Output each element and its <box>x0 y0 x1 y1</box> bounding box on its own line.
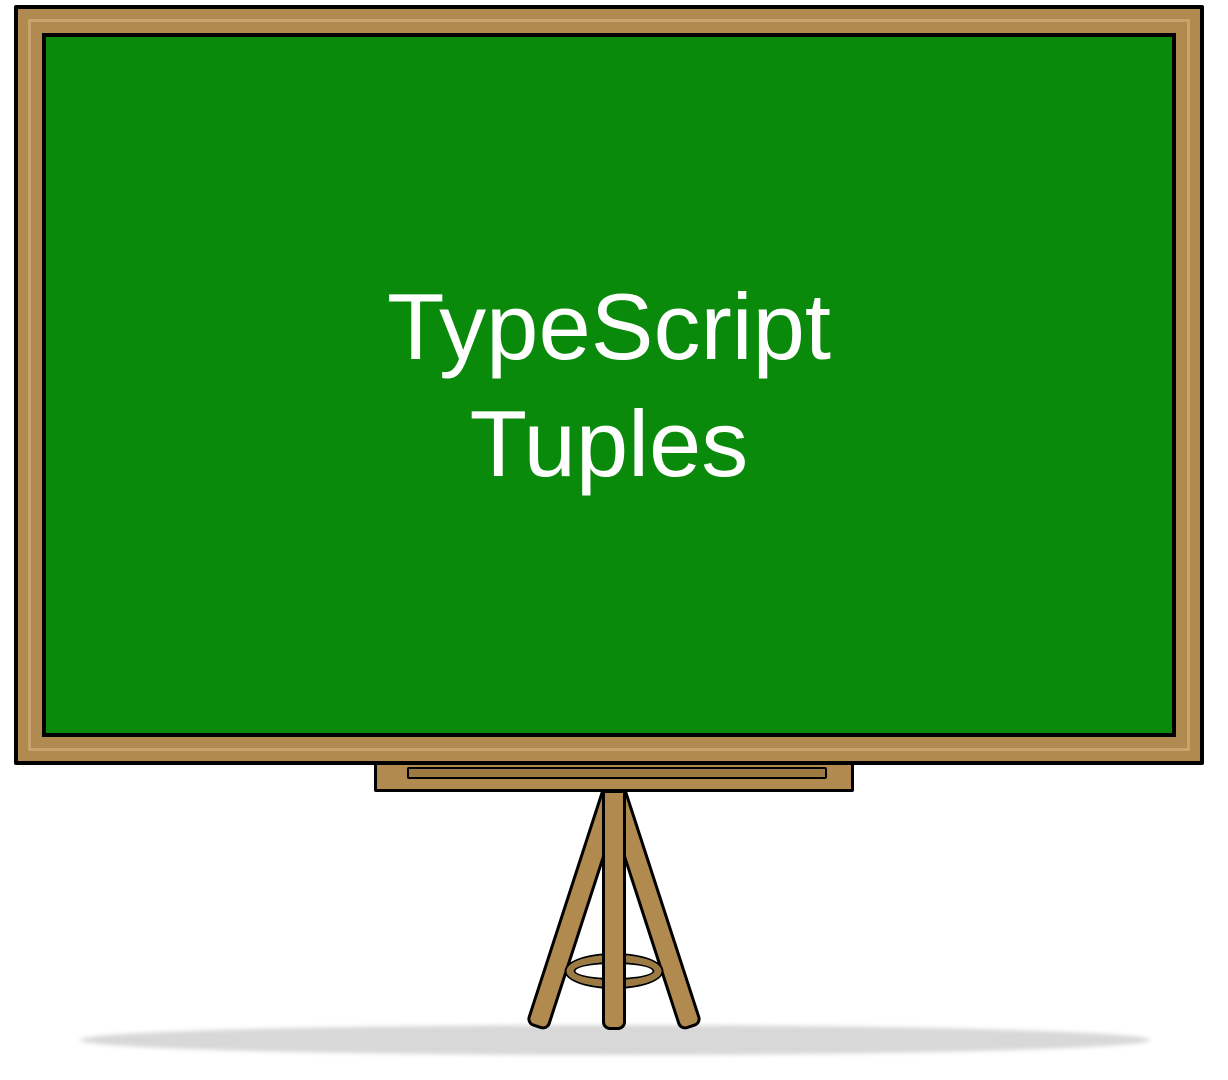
easel-leg-center <box>602 790 626 1030</box>
chalkboard-title: TypeScript Tuples <box>387 268 831 503</box>
title-line-1: TypeScript <box>387 274 831 379</box>
title-line-2: Tuples <box>470 391 749 496</box>
easel-stand <box>414 760 814 1060</box>
chalkboard-scene: TypeScript Tuples <box>0 0 1228 1080</box>
chalkboard-surface: TypeScript Tuples <box>42 33 1176 737</box>
easel-tray-inner <box>407 767 827 779</box>
